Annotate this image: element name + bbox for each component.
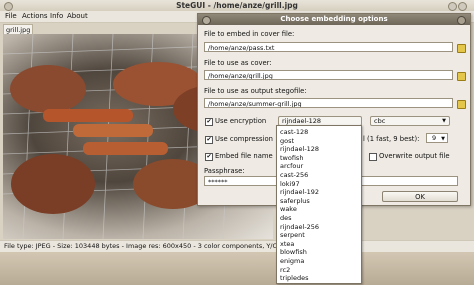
encryption-mode-value: cbc: [374, 117, 386, 125]
embed-file-field[interactable]: /home/anze/pass.txt: [204, 42, 453, 52]
menu-info[interactable]: Info: [50, 12, 63, 20]
dropdown-option[interactable]: gost: [280, 137, 294, 145]
dropdown-option[interactable]: rc2: [280, 266, 290, 274]
compression-label: Use compression: [215, 135, 273, 143]
dialog-close-icon[interactable]: [457, 16, 466, 25]
dropdown-option[interactable]: cast-128: [280, 128, 308, 136]
dropdown-option[interactable]: enigma: [280, 257, 304, 265]
passphrase-label: Passphrase:: [204, 167, 245, 175]
dropdown-option[interactable]: loki97: [280, 180, 300, 188]
dropdown-option[interactable]: rijndael-192: [280, 188, 319, 196]
encryption-mode-combo[interactable]: cbc ▼: [370, 116, 450, 126]
dropdown-option[interactable]: xtea: [280, 240, 294, 248]
overwrite-label: Overwrite output file: [379, 152, 450, 160]
folder-icon[interactable]: [457, 72, 466, 81]
menu-about[interactable]: About: [67, 12, 88, 20]
compression-checkbox[interactable]: ✔: [205, 136, 213, 144]
dropdown-option[interactable]: arcfour: [280, 162, 303, 170]
status-bar: File type: JPEG - Size: 103448 bytes - I…: [0, 240, 474, 252]
compression-level-value: 9: [432, 134, 437, 142]
dropdown-option[interactable]: tripledes: [280, 274, 308, 282]
dropdown-option[interactable]: blowfish: [280, 248, 307, 256]
dropdown-option[interactable]: wake: [280, 205, 297, 213]
dialog-title: Choose embedding options: [280, 15, 388, 23]
cover-file-label: File to embed in cover file:: [204, 30, 295, 38]
cover-label: File to use as cover:: [204, 59, 272, 67]
dropdown-option[interactable]: rijndael-256: [280, 223, 319, 231]
output-label: File to use as output stegofile:: [204, 87, 307, 95]
dialog-titlebar: Choose embedding options: [198, 14, 470, 25]
dropdown-option[interactable]: cast-256: [280, 171, 308, 179]
encryption-label: Use encryption: [215, 117, 267, 125]
desktop-background: [0, 252, 474, 285]
encryption-checkbox[interactable]: ✔: [205, 118, 213, 126]
minimize-icon[interactable]: [448, 2, 457, 11]
chevron-down-icon: ▼: [441, 136, 445, 142]
output-file-field[interactable]: /home/anze/summer-grill.jpg: [204, 98, 453, 108]
compression-level-spinner[interactable]: 9 ▼: [426, 133, 448, 143]
dropdown-option[interactable]: rijndael-128: [280, 145, 319, 153]
folder-icon[interactable]: [457, 100, 466, 109]
chevron-down-icon: ▼: [442, 118, 446, 124]
embed-name-checkbox[interactable]: ✔: [205, 153, 213, 161]
dropdown-option[interactable]: des: [280, 214, 292, 222]
window-title: SteGUI - /home/anze/grill.jpg: [176, 1, 298, 10]
cover-file-field[interactable]: /home/anze/grill.jpg: [204, 70, 453, 80]
encryption-algorithm-value: rijndael-128: [282, 117, 322, 125]
menu-actions[interactable]: Actions: [22, 12, 48, 20]
compression-hint: l (1 fast, 9 best):: [363, 135, 420, 143]
dropdown-option[interactable]: serpent: [280, 231, 305, 239]
ok-button[interactable]: OK: [382, 191, 458, 202]
overwrite-checkbox[interactable]: [369, 153, 377, 161]
menu-file[interactable]: File: [5, 12, 17, 20]
dropdown-option[interactable]: saferplus: [280, 197, 310, 205]
folder-icon[interactable]: [457, 44, 466, 53]
maximize-icon[interactable]: [458, 2, 467, 11]
encryption-algorithm-list: cast-128 gost rijndael-128 twofish arcfour ca…: [276, 125, 362, 284]
dropdown-option[interactable]: twofish: [280, 154, 303, 162]
embed-name-label: Embed file name: [215, 152, 273, 160]
